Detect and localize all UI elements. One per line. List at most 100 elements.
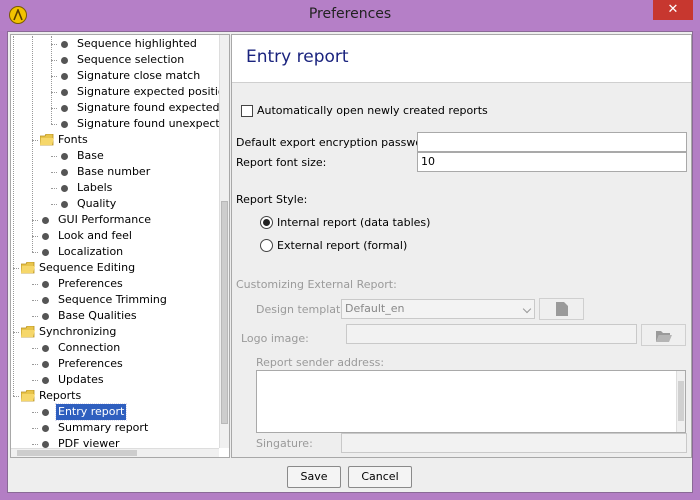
tree-item[interactable]: Connection — [11, 340, 219, 356]
tree-hscroll-thumb[interactable] — [17, 450, 137, 456]
tree-item-label: Signature expected position — [77, 85, 219, 98]
cancel-button[interactable]: Cancel — [348, 466, 412, 488]
tree-item[interactable]: Updates — [11, 372, 219, 388]
title-bar: Preferences ✕ — [0, 0, 700, 31]
bullet-icon — [42, 249, 49, 256]
tree-item[interactable]: Preferences — [11, 276, 219, 292]
folder-open-icon — [656, 331, 672, 342]
signature-field[interactable] — [341, 433, 687, 453]
tree-folder[interactable]: Sequence Editing — [11, 260, 219, 276]
tree-item-label: Sequence Trimming — [58, 293, 167, 306]
tree-item[interactable]: PDF viewer — [11, 436, 219, 448]
bullet-icon — [42, 281, 49, 288]
tree-item-label: Base number — [77, 165, 151, 178]
internal-report-label: Internal report (data tables) — [277, 216, 431, 229]
tree-item[interactable]: Quality — [11, 196, 219, 212]
sender-address-scroll-thumb[interactable] — [678, 381, 684, 421]
tree-item[interactable]: Sequence Trimming — [11, 292, 219, 308]
tree-item[interactable]: Base Qualities — [11, 308, 219, 324]
tree-folder-label: Sequence Editing — [39, 261, 136, 274]
tree-item[interactable]: Signature expected position — [11, 84, 219, 100]
tree-item-label: Quality — [77, 197, 117, 210]
page-title: Entry report — [246, 47, 349, 67]
logo-image-field[interactable] — [346, 324, 637, 344]
tree-item[interactable]: Look and feel — [11, 228, 219, 244]
tree-folder[interactable]: Reports — [11, 388, 219, 404]
tree-connector — [51, 204, 57, 205]
tree-horizontal-scrollbar[interactable] — [11, 448, 219, 457]
tree-item-label: Labels — [77, 181, 113, 194]
save-button[interactable]: Save — [287, 466, 341, 488]
sender-address-textarea[interactable] — [256, 370, 686, 433]
bullet-icon — [61, 201, 68, 208]
internal-report-radio[interactable] — [260, 216, 273, 229]
tree-connector — [32, 380, 38, 381]
tree-item-label: Preferences — [58, 277, 123, 290]
auto-open-checkbox[interactable] — [241, 105, 253, 117]
tree-item[interactable]: GUI Performance — [11, 212, 219, 228]
tree-vscroll-thumb[interactable] — [221, 201, 228, 424]
tree-connector — [32, 252, 38, 253]
design-template-select[interactable]: Default_en — [341, 299, 535, 319]
bullet-icon — [42, 345, 49, 352]
font-size-label: Report font size: — [236, 156, 327, 169]
tree-item[interactable]: Labels — [11, 180, 219, 196]
tree-item-label: Base — [77, 149, 104, 162]
bullet-icon — [61, 169, 68, 176]
tree-guide-line — [51, 36, 52, 124]
settings-panel: Entry report Automatically open newly cr… — [231, 34, 692, 458]
tree-item[interactable]: Sequence highlighted — [11, 36, 219, 52]
tree-item-label: Base Qualities — [58, 309, 137, 322]
bullet-icon — [61, 57, 68, 64]
tree-connector — [32, 300, 38, 301]
tree-item[interactable]: Base number — [11, 164, 219, 180]
tree-item[interactable]: Signature close match — [11, 68, 219, 84]
auto-open-label: Automatically open newly created reports — [257, 104, 488, 117]
tree-connector — [51, 188, 57, 189]
bullet-icon — [42, 361, 49, 368]
customizing-label: Customizing External Report: — [236, 278, 397, 291]
folder-icon — [21, 326, 35, 338]
folder-icon — [40, 134, 54, 146]
tree-folder-label: Synchronizing — [39, 325, 117, 338]
tree-vertical-scrollbar[interactable] — [219, 35, 229, 448]
password-field[interactable] — [417, 132, 687, 152]
tree-item[interactable]: Preferences — [11, 356, 219, 372]
tree-connector — [51, 172, 57, 173]
tree-item-label: Look and feel — [58, 229, 132, 242]
tree-folder[interactable]: Synchronizing — [11, 324, 219, 340]
bullet-icon — [61, 121, 68, 128]
tree-item[interactable]: Base — [11, 148, 219, 164]
tree-item[interactable]: Entry report — [11, 403, 219, 421]
bullet-icon — [42, 313, 49, 320]
bullet-icon — [42, 409, 49, 416]
tree-item-label: Summary report — [58, 421, 149, 434]
window-client: Sequence highlighted Sequence selection Si… — [7, 31, 693, 493]
bullet-icon — [61, 185, 68, 192]
tree-item[interactable]: Localization — [11, 244, 219, 260]
tree-folder[interactable]: Fonts — [11, 132, 219, 148]
design-template-browse-button[interactable] — [539, 298, 584, 320]
tree-item[interactable]: Summary report — [11, 420, 219, 436]
external-report-radio[interactable] — [260, 239, 273, 252]
logo-image-label: Logo image: — [241, 332, 309, 345]
bullet-icon — [61, 89, 68, 96]
logo-browse-button[interactable] — [641, 324, 686, 346]
report-style-label: Report Style: — [236, 193, 308, 206]
tree-item[interactable]: Signature found expected — [11, 100, 219, 116]
sender-address-scrollbar[interactable] — [676, 371, 685, 432]
tree-item-label: PDF viewer — [58, 437, 120, 448]
close-window-button[interactable]: ✕ — [653, 0, 693, 20]
tree-item-label: Signature found unexpected — [77, 117, 219, 130]
font-size-field[interactable]: 10 — [417, 152, 687, 172]
tree-item[interactable]: Sequence selection — [11, 52, 219, 68]
tree-connector — [32, 316, 38, 317]
preferences-tree: Sequence highlighted Sequence selection Si… — [10, 34, 230, 458]
tree-connector — [32, 428, 38, 429]
chevron-down-icon — [522, 304, 532, 314]
tree-connector — [32, 284, 38, 285]
bullet-icon — [42, 377, 49, 384]
tree-connector — [32, 444, 38, 445]
password-label: Default export encryption password: — [236, 136, 438, 149]
tree-item[interactable]: Signature found unexpected — [11, 116, 219, 132]
